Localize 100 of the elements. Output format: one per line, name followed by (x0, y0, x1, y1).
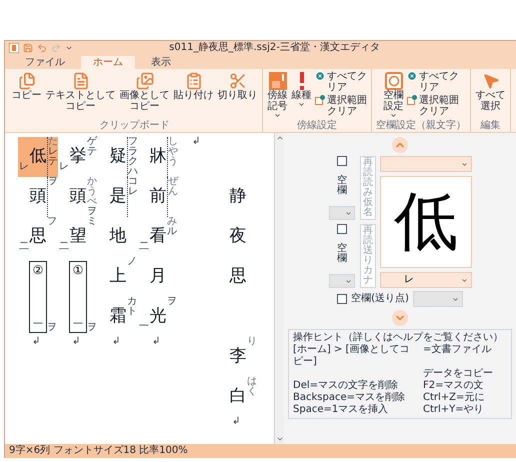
caret-icon (452, 296, 459, 302)
kanji-character: 上 (110, 268, 126, 288)
kanji-character: 前 (150, 188, 166, 208)
caret-icon[interactable] (65, 44, 73, 52)
selection-clear-icon (407, 95, 417, 105)
grid-cell[interactable]: 前 ぜん (138, 177, 178, 217)
return-mark: ↲ (151, 337, 162, 347)
ruby-text: た (48, 137, 58, 147)
scrollbar[interactable] (274, 133, 284, 444)
grid-cell[interactable]: 頭 ヲ (18, 177, 58, 217)
ribbon-tab[interactable]: ホーム (81, 56, 135, 69)
paste-icon (184, 72, 202, 90)
copy-as-text-button[interactable]: テキストとしてコピー (45, 71, 116, 112)
ruby-text: ぜん (168, 177, 178, 197)
checkbox[interactable] (337, 224, 347, 234)
checkbox[interactable] (337, 294, 348, 304)
grid-cell[interactable]: 思 (218, 257, 258, 297)
redo-icon[interactable] (51, 43, 61, 53)
kaeriten-mark: 一 (73, 320, 83, 330)
status-text: 9字×6列 フォントサイズ18 比率100% (9, 446, 188, 456)
kanji-character: 光 (150, 308, 166, 328)
checkbox[interactable] (337, 156, 347, 166)
scroll-up-icon[interactable] (276, 134, 284, 142)
kanji-character: 挙 (70, 148, 86, 168)
hints-title: 操作ヒント（詳しくはヘルプをご覧ください） (293, 332, 504, 344)
scroll-down-icon[interactable] (276, 435, 284, 443)
group-label: 編集 (480, 120, 500, 132)
kanji-character: 頭 (70, 188, 86, 208)
grid-cell[interactable]: 是 コレ (98, 177, 138, 217)
copy-button[interactable]: コピー (11, 71, 42, 101)
okurigana-text: ミ (87, 217, 97, 227)
kaeriten-mark: 一 (33, 320, 43, 330)
hint-text: Ctrl+Y=やり (423, 404, 485, 416)
clear-selection-button[interactable]: 選択範囲クリア (407, 95, 459, 117)
kanji-character: 月 (150, 268, 166, 288)
ruby-text: しやう (168, 137, 178, 167)
kaeriten-mark: 二 (139, 242, 149, 252)
grid-cell[interactable]: 月 (138, 257, 178, 297)
hint-text: Space=1マスを挿入 (293, 404, 390, 416)
hint-text: データをコピー (423, 368, 494, 380)
grid-cell[interactable]: 霜 カト (98, 297, 138, 337)
grid-cell[interactable]: 静 (218, 177, 258, 217)
hint-text: Backspace=マスを削除 (293, 392, 406, 404)
group-label: 傍線設定 (297, 120, 337, 132)
ruby-text: り (247, 337, 257, 347)
line-type-icon (300, 72, 304, 90)
ribbon-tab[interactable]: 表示 (139, 56, 183, 69)
grid-cell[interactable]: ② 一 ヲ (18, 257, 58, 337)
hint-text: F2=マスの文 (423, 380, 484, 392)
kanji-character: 思 (230, 268, 246, 288)
previous-button[interactable] (392, 137, 408, 153)
kaeriten-dropdown[interactable]: レ (380, 272, 472, 288)
sideline-mark-icon (268, 72, 286, 90)
group-label: クリップボード (100, 120, 170, 132)
undo-icon[interactable] (37, 43, 47, 53)
okurigana-text: ヲ (167, 297, 177, 307)
hint-text: Del=マスの文字を削除 (293, 380, 400, 392)
grid-cell[interactable]: 李 り (218, 337, 258, 377)
paste-button[interactable]: 貼り付け (173, 71, 214, 101)
clear-selection-button[interactable]: 選択範囲クリア (315, 95, 367, 117)
return-mark: ↲ (191, 137, 202, 147)
kanji-character: 疑 (110, 148, 126, 168)
kanji-character: 看 (150, 228, 166, 248)
next-button[interactable] (392, 310, 408, 326)
grid-cell[interactable]: 上 ノ (98, 257, 138, 297)
kaeriten-mark: 一 (139, 322, 149, 332)
okurigana-text: ゲテ (87, 137, 97, 157)
sideline-mark-button[interactable]: 傍線記号 (267, 71, 288, 119)
grid-cell[interactable]: 夜 (218, 217, 258, 257)
copy-as-image-button[interactable]: 画像としてコピー (119, 71, 170, 112)
hint-text: =文書ファイル (423, 344, 492, 357)
clear-all-button[interactable]: すべてクリア (315, 71, 367, 93)
caret-icon (345, 210, 352, 216)
kanji-character: 夜 (230, 228, 246, 248)
blank-label: 空欄 (337, 176, 347, 196)
blank-label: 空欄(送り点) (351, 294, 409, 304)
ribbon-tab[interactable]: ファイル (13, 56, 77, 69)
image-icon (136, 72, 154, 90)
line-type-button[interactable]: 線種 (291, 71, 312, 108)
okurigana-text: ノ (127, 257, 137, 267)
clear-all-button[interactable]: すべてクリア (407, 71, 459, 93)
kanji-character: 思 (30, 228, 46, 248)
copy-icon (18, 72, 36, 90)
save-icon[interactable] (23, 43, 33, 53)
grid-cell[interactable]: 白 はく (218, 377, 258, 417)
kanji-character: 地 (110, 228, 126, 248)
kanji-character: 是 (110, 188, 126, 208)
return-mark: ↲ (111, 337, 122, 347)
cut-button[interactable]: 切り取り (217, 71, 258, 101)
kanji-character: 低 (30, 148, 46, 168)
kanji-character: 静 (230, 188, 246, 208)
ruby-dropdown[interactable] (380, 156, 472, 172)
window-title: s011_静夜思_標準.ssj2-三省堂・漢文エディタ (168, 43, 381, 53)
grid-cell[interactable]: 地 (98, 217, 138, 257)
grid-cell[interactable]: ① 一 ヲ (58, 257, 98, 337)
kaeriten-mark: 二 (19, 242, 29, 252)
kaeriten-mark: レ (19, 162, 29, 172)
blank-setting-button[interactable]: 空欄設定 (383, 71, 404, 119)
pointer-icon (482, 72, 500, 90)
select-all-button[interactable]: すべて選択 (475, 71, 506, 112)
